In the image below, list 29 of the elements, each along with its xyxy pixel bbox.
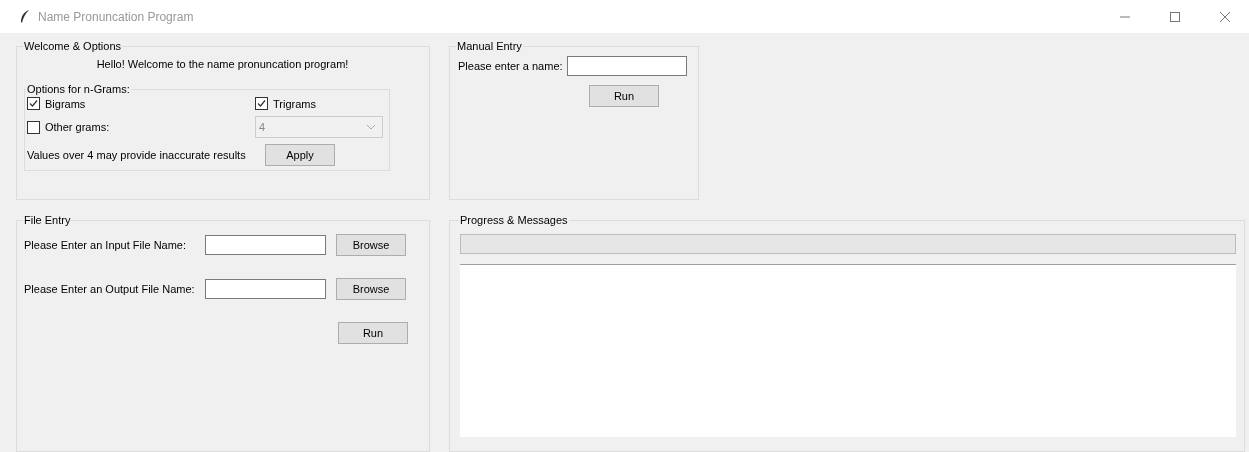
run-button[interactable]: Run: [338, 322, 408, 344]
checkbox[interactable]: [27, 120, 40, 134]
checkbox-label[interactable]: Bigrams: [45, 97, 86, 110]
file-name-input[interactable]: [205, 279, 326, 299]
apply-button[interactable]: Apply: [265, 144, 335, 166]
feather-icon: [20, 9, 30, 24]
name-label: Please enter a name:: [458, 60, 563, 72]
checkbox-label[interactable]: Other grams:: [45, 121, 110, 133]
close-icon[interactable]: [1219, 10, 1231, 23]
file-name-label: Please Enter an Input File Name:: [24, 239, 188, 251]
file-name-input[interactable]: [205, 235, 326, 255]
name-input[interactable]: [566, 56, 687, 76]
frame-title: Manual Entry: [456, 40, 523, 52]
frame-title: File Entry: [23, 214, 72, 226]
maximize-icon[interactable]: [1169, 10, 1181, 23]
frame-title: Options for n-Grams:: [26, 83, 131, 95]
checkbox[interactable]: [27, 97, 40, 110]
warning-text: Values over 4 may provide inaccurate results: [27, 149, 247, 161]
chevron-down-icon: [366, 124, 376, 130]
browse-button[interactable]: Browse: [336, 278, 406, 300]
welcome-text: Hello! Welcome to the name pronuncation program!: [95, 57, 350, 72]
run-button[interactable]: Run: [589, 85, 659, 107]
checkbox-label[interactable]: Trigrams: [273, 97, 316, 110]
frame-title: Progress & Messages: [459, 214, 569, 226]
frame-title: Welcome & Options: [23, 40, 122, 52]
file-name-label: Please Enter an Output File Name:: [24, 283, 196, 295]
window-title: Name Pronuncation Program: [38, 9, 194, 24]
checkbox[interactable]: [255, 97, 268, 110]
browse-button[interactable]: Browse: [336, 234, 406, 256]
